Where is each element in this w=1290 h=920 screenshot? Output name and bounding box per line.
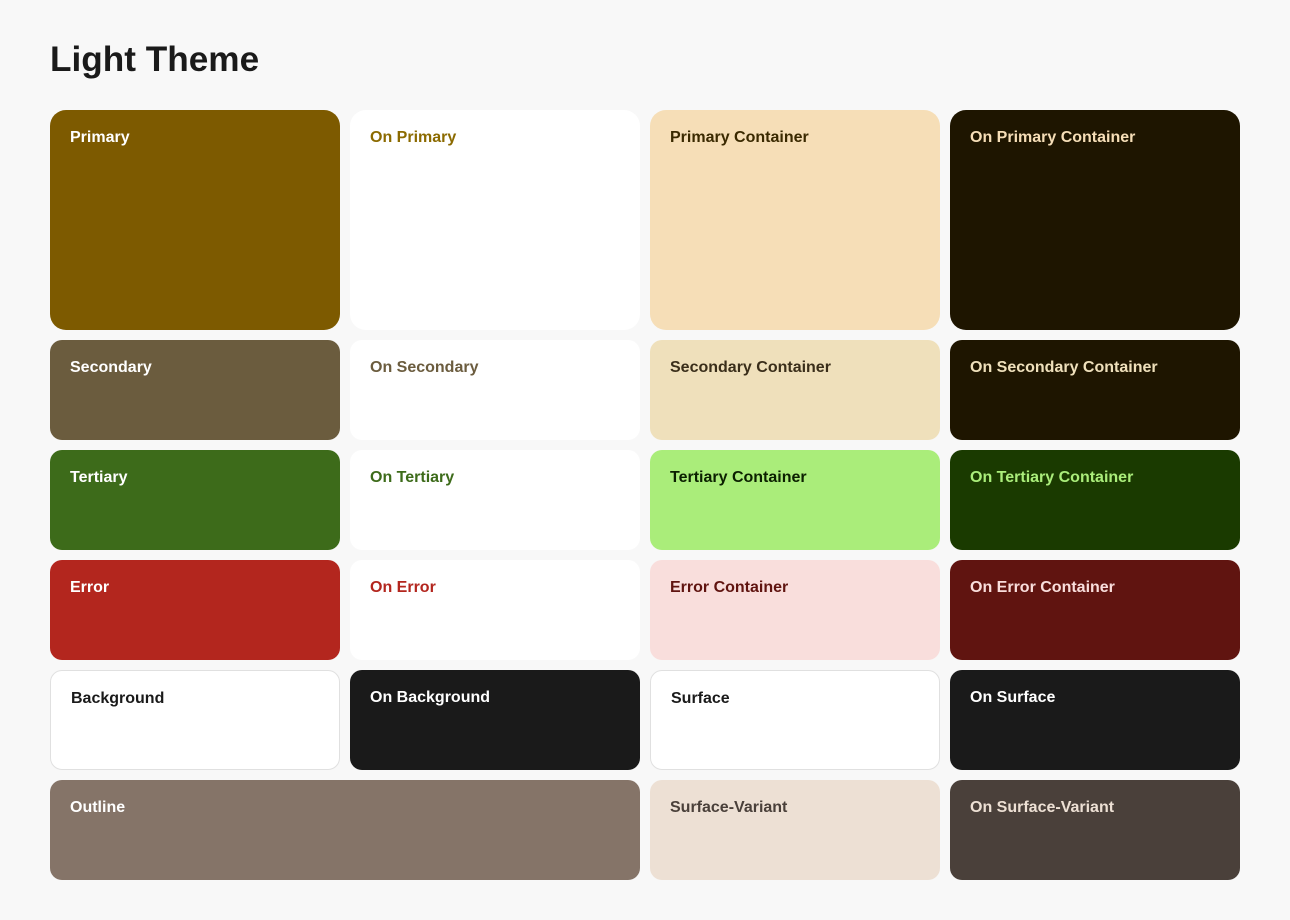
outline-cell: Outline: [50, 780, 640, 880]
on-secondary-cell: On Secondary: [350, 340, 640, 440]
surface-cell: Surface: [650, 670, 940, 770]
secondary-container-cell: Secondary Container: [650, 340, 940, 440]
surface-variant-cell: Surface-Variant: [650, 780, 940, 880]
tertiary-container-cell: Tertiary Container: [650, 450, 940, 550]
on-surface-cell: On Surface: [950, 670, 1240, 770]
page-title: Light Theme: [50, 40, 1240, 80]
tertiary-cell: Tertiary: [50, 450, 340, 550]
primary-container-cell: Primary Container: [650, 110, 940, 330]
color-grid: Primary On Primary Primary Container On …: [50, 110, 1240, 880]
error-cell: Error: [50, 560, 340, 660]
on-tertiary-cell: On Tertiary: [350, 450, 640, 550]
error-container-cell: Error Container: [650, 560, 940, 660]
on-primary-container-cell: On Primary Container: [950, 110, 1240, 330]
on-primary-cell: On Primary: [350, 110, 640, 330]
secondary-cell: Secondary: [50, 340, 340, 440]
primary-cell: Primary: [50, 110, 340, 330]
on-secondary-container-cell: On Secondary Container: [950, 340, 1240, 440]
on-tertiary-container-cell: On Tertiary Container: [950, 450, 1240, 550]
on-error-container-cell: On Error Container: [950, 560, 1240, 660]
on-surface-variant-cell: On Surface-Variant: [950, 780, 1240, 880]
background-cell: Background: [50, 670, 340, 770]
on-error-cell: On Error: [350, 560, 640, 660]
on-background-cell: On Background: [350, 670, 640, 770]
